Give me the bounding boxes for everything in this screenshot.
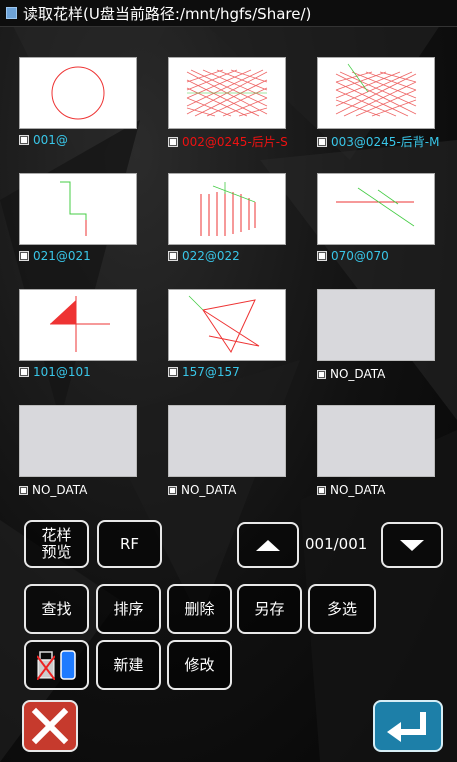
pattern-cell[interactable]: 003@0245-后背-M [317, 57, 457, 173]
pattern-thumbnail[interactable] [168, 289, 286, 361]
pattern-cell[interactable]: 101@101 [19, 289, 167, 405]
triangle-up-icon [256, 539, 280, 551]
pattern-cell[interactable]: 002@0245-后片-S [168, 57, 316, 173]
pattern-thumbnail[interactable] [168, 173, 286, 245]
empty-thumbnail[interactable] [168, 405, 286, 477]
pattern-thumbnail[interactable] [317, 57, 435, 129]
modify-button[interactable]: 修改 [167, 640, 232, 690]
triangle-pattern-preview [50, 296, 110, 352]
pattern-thumbnail[interactable] [19, 57, 137, 129]
checkbox[interactable] [168, 367, 178, 377]
pattern-thumbnail[interactable] [317, 173, 435, 245]
pattern-caption: 101@101 [19, 365, 91, 379]
pattern-caption: 002@0245-后片-S [168, 133, 288, 150]
multi-select-button[interactable]: 多选 [308, 584, 376, 634]
page-indicator: 001/001 [305, 535, 368, 553]
empty-thumbnail[interactable] [317, 405, 435, 477]
sort-button[interactable]: 排序 [96, 584, 161, 634]
triangle-down-icon [400, 539, 424, 551]
pattern-caption: 001@ [19, 133, 68, 147]
bar-lines-pattern-preview [200, 182, 256, 236]
close-icon [31, 707, 69, 745]
pattern-cell[interactable]: 070@070 [317, 173, 457, 289]
checkbox[interactable] [317, 369, 326, 379]
pattern-caption: 003@0245-后背-M [317, 133, 439, 150]
window-icon [6, 7, 17, 19]
checkbox[interactable] [168, 485, 177, 495]
save-as-button[interactable]: 另存 [237, 584, 302, 634]
pattern-cell[interactable]: 022@022 [168, 173, 316, 289]
delete-button[interactable]: 删除 [167, 584, 232, 634]
checkbox[interactable] [19, 367, 29, 377]
find-button[interactable]: 查找 [24, 584, 89, 634]
pattern-cell[interactable]: 001@ [19, 57, 167, 173]
enter-return-icon [387, 712, 426, 742]
pattern-thumbnail[interactable] [19, 173, 137, 245]
checkbox[interactable] [168, 251, 178, 261]
pattern-cell[interactable]: NO_DATA [168, 405, 316, 521]
crosshatch-pattern-preview [186, 69, 268, 117]
storage-toggle-button[interactable] [24, 640, 89, 690]
pattern-caption: NO_DATA [317, 367, 385, 381]
checkbox[interactable] [19, 135, 29, 145]
checkbox[interactable] [317, 485, 326, 495]
pattern-thumbnail[interactable] [19, 289, 137, 361]
new-button[interactable]: 新建 [96, 640, 161, 690]
pattern-caption: NO_DATA [168, 483, 236, 497]
checkbox[interactable] [317, 251, 327, 261]
close-button[interactable] [22, 700, 78, 752]
line-pattern-preview [336, 187, 415, 227]
phone-storage-icon [60, 650, 76, 680]
page-down-button[interactable] [381, 522, 443, 568]
usb-disabled-icon [37, 651, 55, 680]
crosshatch-pattern-preview [335, 63, 417, 117]
pattern-caption: 022@022 [168, 249, 240, 263]
star-line-pattern-preview [188, 295, 260, 354]
pattern-cell[interactable]: NO_DATA [19, 405, 167, 521]
step-line-pattern-preview [60, 181, 87, 236]
page-up-button[interactable] [237, 522, 299, 568]
checkbox[interactable] [19, 251, 29, 261]
confirm-button[interactable] [373, 700, 443, 752]
empty-thumbnail[interactable] [317, 289, 435, 361]
checkbox[interactable] [19, 485, 28, 495]
pattern-cell[interactable]: 021@021 [19, 173, 167, 289]
pattern-caption: 070@070 [317, 249, 389, 263]
circle-pattern-preview [51, 66, 105, 120]
rf-button[interactable]: RF [97, 520, 162, 568]
checkbox[interactable] [317, 136, 327, 147]
window-title: 读取花样(U盘当前路径:/mnt/hgfs/Share/) [23, 4, 312, 23]
preview-button[interactable]: 花样 预览 [24, 520, 89, 568]
checkbox[interactable] [168, 136, 178, 147]
pattern-cell[interactable]: 157@157 [168, 289, 316, 405]
pattern-thumbnail[interactable] [168, 57, 286, 129]
pattern-cell[interactable]: NO_DATA [317, 289, 457, 405]
empty-thumbnail[interactable] [19, 405, 137, 477]
pattern-caption: 157@157 [168, 365, 240, 379]
title-bar: 读取花样(U盘当前路径:/mnt/hgfs/Share/) [0, 0, 457, 27]
pattern-caption: 021@021 [19, 249, 91, 263]
pattern-cell[interactable]: NO_DATA [317, 405, 457, 521]
pattern-caption: NO_DATA [19, 483, 87, 497]
pattern-caption: NO_DATA [317, 483, 385, 497]
